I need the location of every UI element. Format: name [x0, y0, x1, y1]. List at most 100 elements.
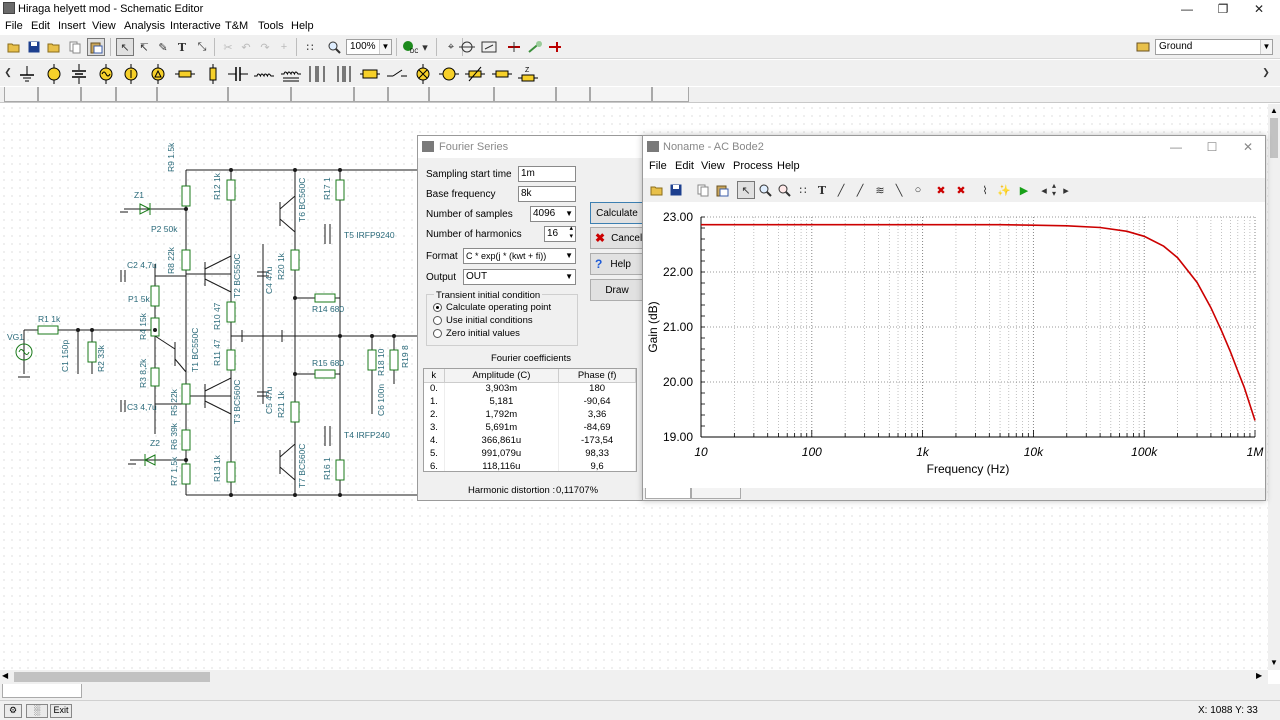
bode-tab[interactable] — [691, 488, 741, 499]
cancel-button[interactable]: ✖ Cancel — [590, 227, 644, 249]
scroll-left-arrow-icon[interactable]: ◀ — [2, 671, 8, 680]
disabled-probe-icon[interactable] — [526, 38, 544, 56]
bode-close-button[interactable]: ✕ — [1233, 139, 1263, 155]
table-row[interactable]: 2. 1,792m 3,36 — [424, 408, 636, 421]
samples-select[interactable]: 4096 ▼ — [530, 206, 576, 222]
bode-prev-icon[interactable]: ◂ — [1039, 181, 1049, 199]
transformer-icon[interactable] — [306, 63, 328, 85]
component-tab[interactable] — [652, 87, 689, 102]
output-select[interactable]: OUT ▼ — [463, 269, 576, 285]
horizontal-scrollbar[interactable]: ◀ ▶ — [0, 670, 1268, 684]
base-frequency-input[interactable]: 8k — [518, 186, 576, 202]
meter-icon[interactable] — [359, 63, 381, 85]
lamp-icon[interactable] — [412, 63, 434, 85]
bode-marker-a-icon[interactable]: ✖ — [932, 181, 950, 199]
bode-text-icon[interactable]: T — [813, 181, 831, 199]
impedance-icon[interactable]: Z — [517, 63, 539, 85]
transformer2-icon[interactable] — [333, 63, 355, 85]
table-row[interactable]: 4. 366,861u -173,54 — [424, 434, 636, 447]
red-marker-icon[interactable] — [546, 38, 564, 56]
add-icon[interactable]: + — [275, 38, 293, 56]
component-tab[interactable] — [38, 87, 81, 102]
menu-help[interactable]: Help — [291, 20, 314, 32]
component-tab[interactable] — [157, 87, 228, 102]
component-tab[interactable] — [494, 87, 556, 102]
bode-grid-icon[interactable]: ∷ — [794, 181, 812, 199]
paste-icon[interactable] — [87, 38, 105, 56]
bode-maximize-button[interactable]: ☐ — [1197, 139, 1227, 155]
minimize-button[interactable]: — — [1172, 1, 1202, 17]
table-row[interactable]: 1. 5,181 -90,64 — [424, 395, 636, 408]
undo-icon[interactable]: ↶ — [237, 38, 255, 56]
menu-tools[interactable]: Tools — [258, 20, 284, 32]
table-row[interactable]: 3. 5,691m -84,69 — [424, 421, 636, 434]
bottom-tool-icon[interactable]: ⚙ — [4, 704, 22, 718]
menu-view[interactable]: View — [92, 20, 116, 32]
bode-save-icon[interactable] — [667, 181, 685, 199]
capacitor-icon[interactable] — [227, 63, 249, 85]
component-tab[interactable] — [590, 87, 652, 102]
component-tab[interactable] — [429, 87, 494, 102]
radio-calculate-op[interactable] — [433, 303, 442, 312]
menu-insert[interactable]: Insert — [58, 20, 86, 32]
maximize-button[interactable]: ❐ — [1208, 1, 1238, 17]
menu-interactive[interactable]: Interactive — [170, 20, 221, 32]
menu-edit[interactable]: Edit — [31, 20, 50, 32]
menu-analysis[interactable]: Analysis — [124, 20, 165, 32]
exit-button[interactable]: Exit — [50, 704, 72, 718]
bode-wand-icon[interactable]: ✨ — [995, 181, 1013, 199]
format-select[interactable]: C * exp(j * (kwt + fi)) ▼ — [463, 248, 576, 264]
net-label-icon[interactable] — [1134, 38, 1152, 56]
net-select[interactable]: Ground ▼ — [1155, 39, 1273, 55]
bode-minimize-button[interactable]: — — [1161, 139, 1191, 155]
dc-dropdown-icon[interactable]: ▾ — [420, 38, 430, 56]
page-tab[interactable] — [2, 684, 82, 698]
bottom-chart-icon[interactable]: ░ — [26, 704, 48, 718]
component-tab[interactable] — [556, 87, 590, 102]
bode-next-icon[interactable]: ▸ — [1061, 181, 1071, 199]
open-folder-icon[interactable] — [45, 38, 63, 56]
bode-cursor-a-icon[interactable]: ╱ — [832, 181, 850, 199]
harmonics-stepper[interactable]: 16 ▴ ▾ — [544, 225, 576, 242]
bode-menu-view[interactable]: View — [701, 160, 725, 172]
coupled-inductor-icon[interactable] — [280, 63, 302, 85]
calculate-button[interactable]: Calculate — [590, 202, 644, 224]
scroll-left-icon[interactable]: ❮ — [4, 63, 12, 81]
vertical-scrollbar[interactable]: ▲ ▼ — [1268, 104, 1280, 670]
text-icon[interactable]: T — [173, 38, 191, 56]
radio-zero-values[interactable] — [433, 329, 442, 338]
zoom-select[interactable]: 100% ▼ — [346, 39, 392, 55]
bode-run-icon[interactable]: ▶ — [1015, 181, 1033, 199]
wire-cursor-icon[interactable]: ↸ — [135, 38, 153, 56]
dc-source-icon[interactable] — [505, 38, 523, 56]
component-icon[interactable] — [458, 38, 476, 56]
battery-icon[interactable] — [68, 63, 90, 85]
sampling-input[interactable]: 1m — [518, 166, 576, 182]
coefficients-table[interactable]: k Amplitude (C) Phase (f) 0. 3,903m 180 1. 5… — [423, 368, 637, 472]
current-source-icon[interactable] — [120, 63, 142, 85]
bode-menu-file[interactable]: File — [649, 160, 667, 172]
bode-menu-process[interactable]: Process — [733, 160, 773, 172]
table-row[interactable]: 6. 118,116u 9,6 — [424, 460, 636, 471]
dc-analysis-icon[interactable]: DC — [401, 38, 419, 56]
radio-initial-conditions[interactable] — [433, 316, 442, 325]
bode-zoom-out-icon[interactable] — [775, 181, 793, 199]
grid-icon[interactable]: ∷ — [301, 38, 319, 56]
bode-plot[interactable]: 10 100 1k 10k 100k 1M 23.00 22.00 21.00 20.00 19.0… — [643, 203, 1265, 487]
ac-source-icon[interactable] — [95, 63, 117, 85]
bode-cursor-b-icon[interactable]: ╱ — [851, 181, 869, 199]
component-tab[interactable] — [4, 87, 38, 102]
scroll-up-icon[interactable]: ▲ — [1270, 106, 1278, 115]
voltage-source-icon[interactable] — [43, 63, 65, 85]
bode-tab[interactable] — [645, 488, 691, 499]
vertical-resistor-icon[interactable] — [202, 63, 224, 85]
help-button[interactable]: ? Help — [590, 253, 644, 275]
component-tab[interactable] — [291, 87, 354, 102]
voltmeter-icon[interactable] — [438, 63, 460, 85]
redo-icon[interactable]: ↷ — [256, 38, 274, 56]
menu-tm[interactable]: T&M — [225, 20, 248, 32]
pencil-icon[interactable]: ✎ — [154, 38, 172, 56]
copy-icon[interactable] — [66, 38, 84, 56]
table-row[interactable]: 5. 991,079u 98,33 — [424, 447, 636, 460]
ground-icon[interactable] — [16, 63, 38, 85]
